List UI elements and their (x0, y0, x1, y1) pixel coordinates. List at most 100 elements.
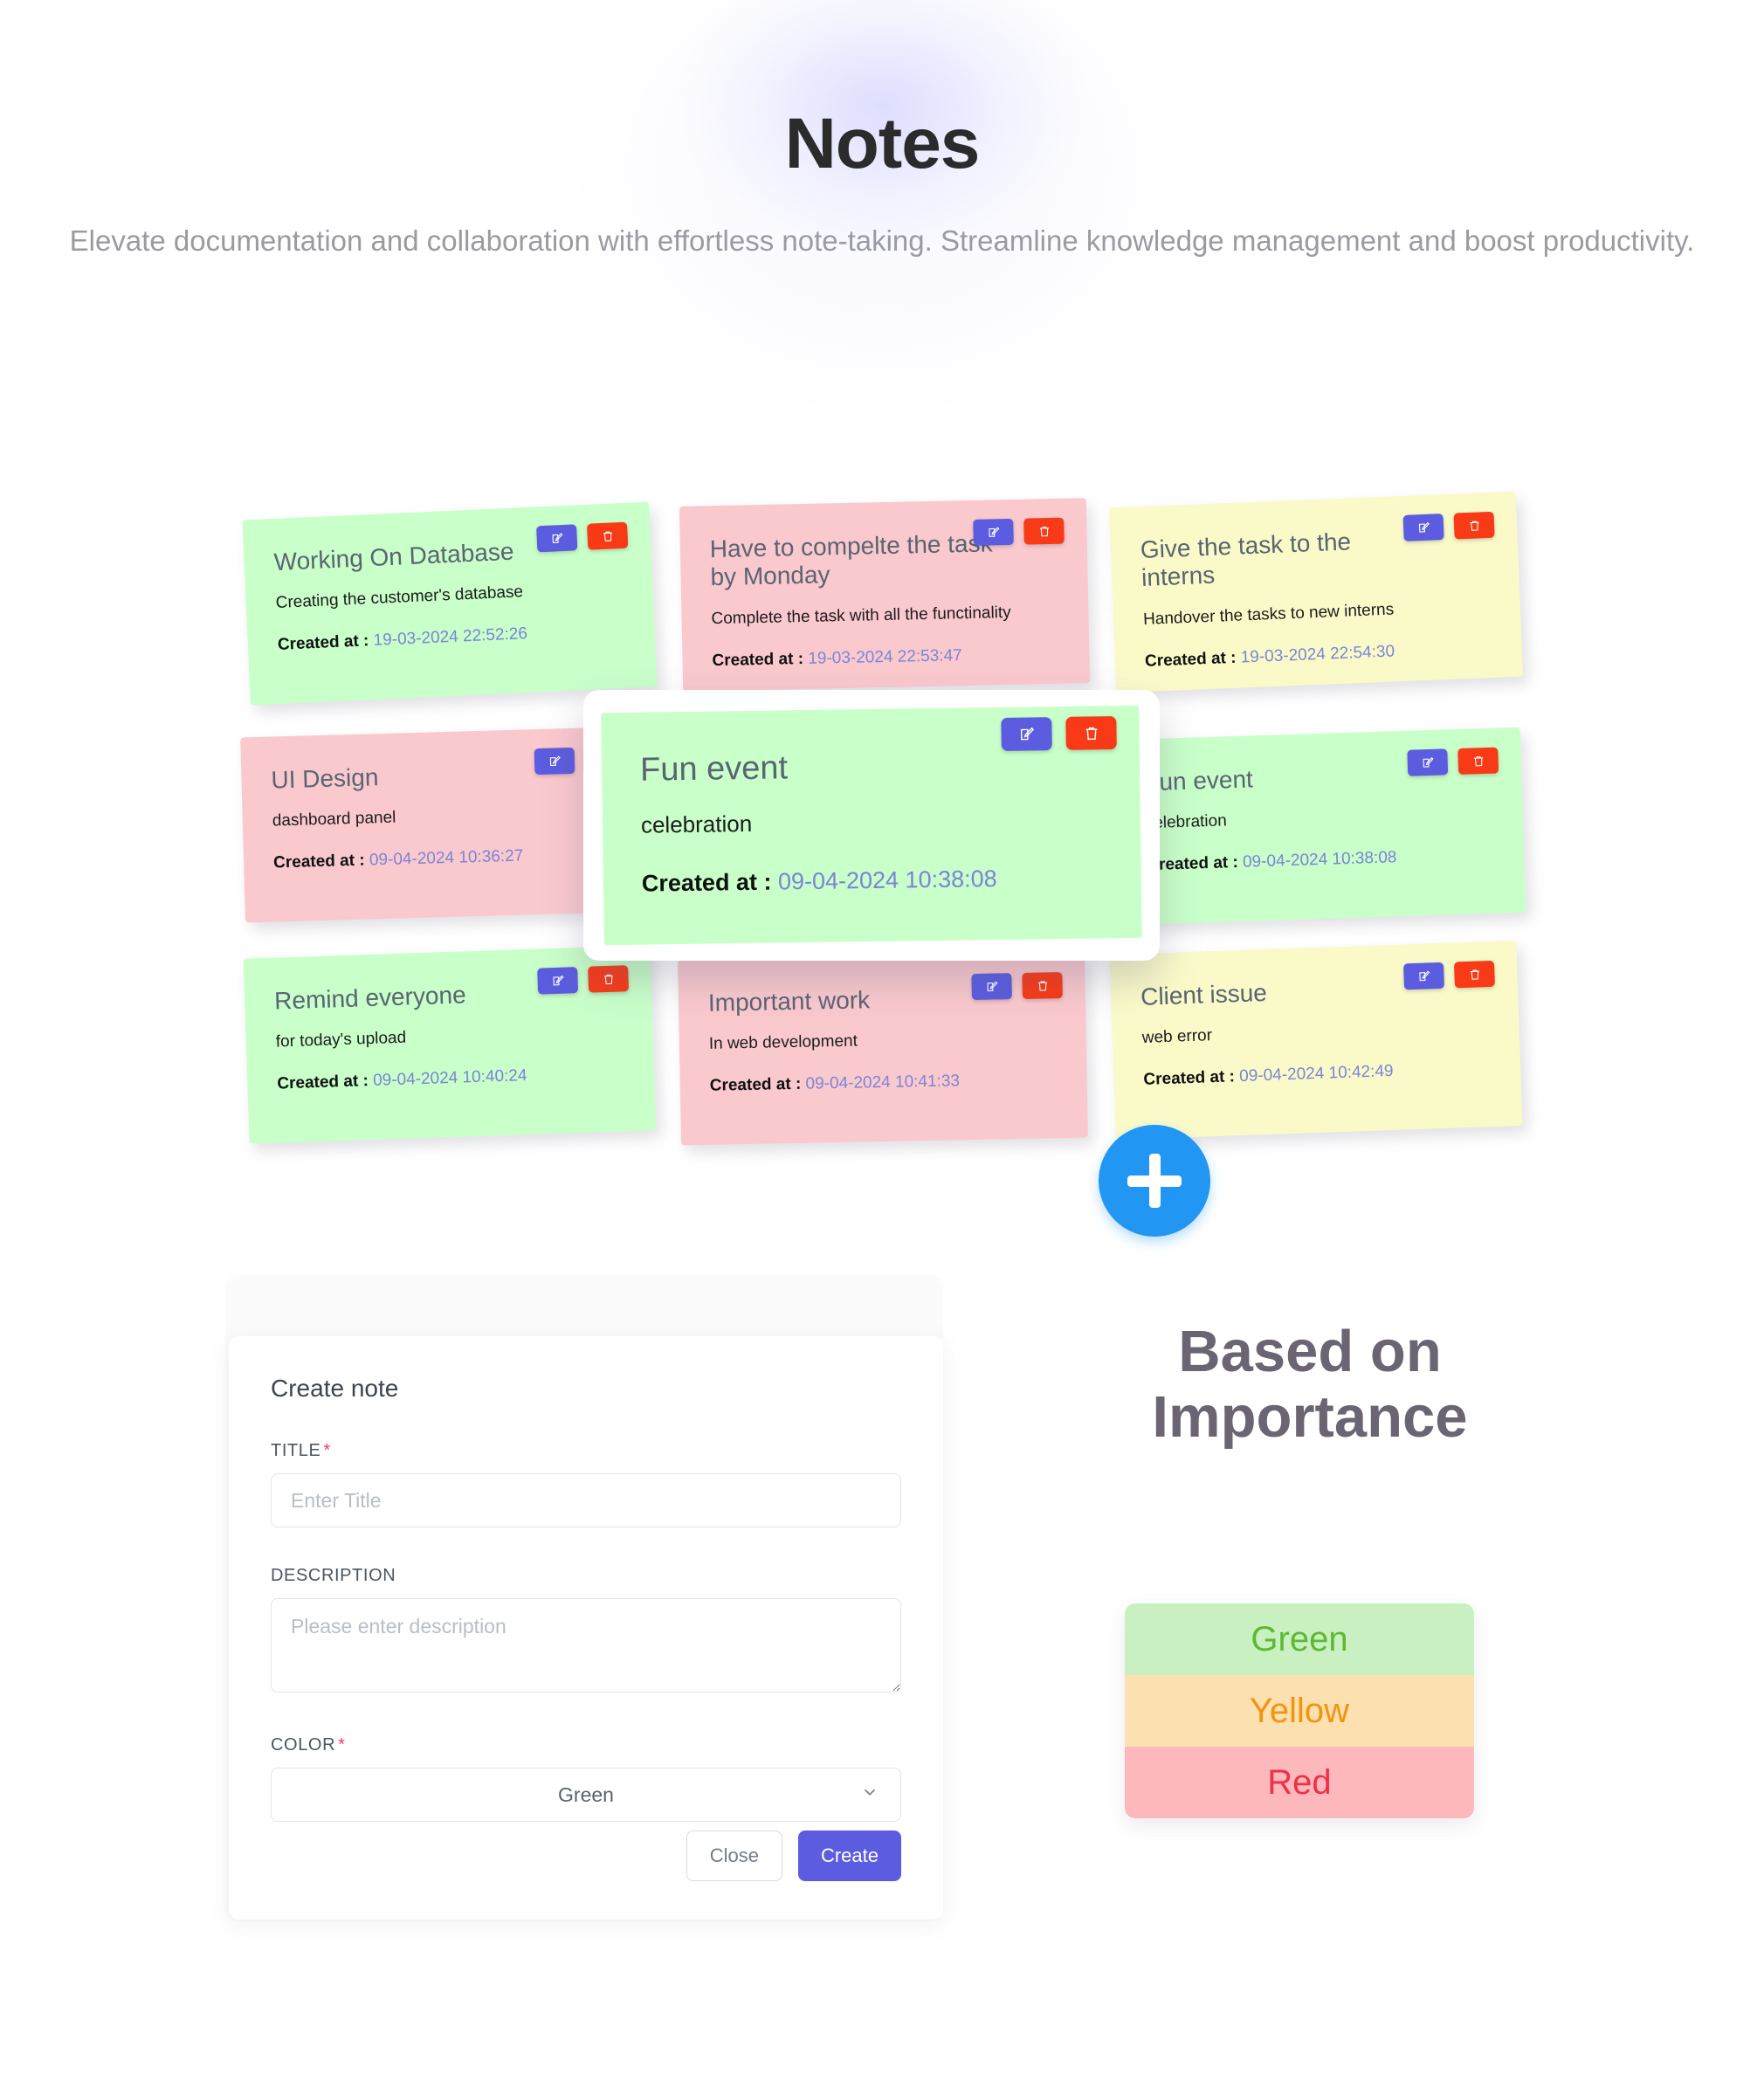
edit-icon-button[interactable] (537, 967, 579, 995)
note-title: UI Design (271, 763, 379, 794)
note-card[interactable]: Have to compelte the task by Monday Comp… (679, 498, 1091, 692)
created-at-value: 09-04-2024 10:38:08 (777, 865, 997, 895)
edit-icon-button[interactable] (1402, 514, 1444, 541)
color-select[interactable]: Green (271, 1768, 901, 1822)
note-title: Fun event (1143, 765, 1254, 796)
note-created-at: Created at : 09-04-2024 10:38:08 (642, 864, 1103, 897)
color-select-value: Green (558, 1782, 614, 1806)
note-title: Have to compelte the task by Monday (709, 529, 993, 591)
chevron-down-icon (860, 1782, 879, 1807)
edit-icon-button[interactable] (536, 524, 578, 553)
note-created-at: Created at : 09-04-2024 10:38:08 (1147, 845, 1494, 875)
required-asterisk: * (338, 1735, 346, 1755)
delete-icon-button[interactable] (588, 965, 630, 993)
note-title: Remind everyone (273, 981, 467, 1015)
color-label-text: COLOR (271, 1735, 336, 1755)
trash-icon (1085, 727, 1097, 740)
add-note-fab[interactable] (1099, 1125, 1210, 1237)
page-root: Notes Elevate documentation and collabor… (0, 0, 1764, 2096)
delete-icon-button[interactable] (1457, 747, 1499, 775)
created-at-label: Created at : (712, 649, 804, 671)
edit-icon (1418, 970, 1430, 981)
importance-heading: Based on Importance (1152, 1319, 1468, 1451)
created-at-value: 19-03-2024 22:54:30 (1240, 642, 1395, 667)
delete-icon-button[interactable] (587, 521, 629, 550)
edit-icon-button[interactable] (1001, 717, 1052, 751)
note-title: Fun event (639, 749, 789, 789)
trash-icon (603, 531, 612, 541)
note-actions (1402, 511, 1495, 541)
close-button[interactable]: Close (686, 1831, 782, 1881)
trash-icon (603, 974, 613, 984)
note-description: Creating the customer's database (275, 583, 524, 613)
note-card[interactable]: Give the task to the interns Handover th… (1108, 491, 1524, 693)
form-heading: Create note (271, 1375, 399, 1402)
trash-icon (1470, 969, 1479, 980)
description-input[interactable] (271, 1598, 901, 1693)
importance-legend: Green Yellow Red (1125, 1603, 1474, 1818)
note-created-at: Created at : 09-04-2024 10:41:33 (710, 1071, 1058, 1097)
note-description: for today's upload (275, 1029, 407, 1052)
note-description: Handover the tasks to new interns (1142, 600, 1395, 629)
edit-icon-button[interactable] (1407, 748, 1449, 776)
trash-icon (1473, 755, 1483, 766)
create-button[interactable]: Create (797, 1831, 901, 1881)
note-actions (1403, 960, 1495, 990)
created-at-value: 19-03-2024 22:52:26 (373, 624, 528, 651)
note-description: Complete the task with all the functinal… (711, 603, 1011, 629)
note-actions (973, 517, 1065, 546)
delete-icon-button[interactable] (1065, 716, 1117, 750)
color-field-label: COLOR * (271, 1735, 901, 1755)
edit-icon (552, 975, 563, 985)
note-actions (971, 972, 1063, 1001)
edit-icon-button[interactable] (973, 518, 1014, 546)
note-title: Give the task to the interns (1140, 527, 1352, 592)
note-card[interactable]: Working On Database Creating the custome… (242, 501, 658, 706)
note-created-at: Created at : 19-03-2024 22:52:26 (277, 620, 625, 655)
edit-icon (988, 526, 999, 537)
edit-icon (549, 755, 561, 766)
note-title: Client issue (1140, 978, 1268, 1010)
legend-row-yellow: Yellow (1125, 1675, 1474, 1747)
created-at-label: Created at : (1144, 648, 1237, 671)
title-label-text: TITLE (271, 1441, 321, 1460)
note-card[interactable]: Client issue web error Created at : 09-0… (1109, 940, 1523, 1141)
delete-icon-button[interactable] (1023, 517, 1065, 545)
title-input[interactable] (271, 1473, 901, 1527)
delete-icon-button[interactable] (1453, 960, 1495, 989)
trash-icon (1469, 521, 1478, 531)
delete-icon-button[interactable] (1022, 972, 1063, 999)
note-actions (537, 965, 630, 995)
delete-icon-button[interactable] (1453, 511, 1495, 540)
note-description: In web development (708, 1032, 858, 1054)
description-field-label: DESCRIPTION (271, 1566, 901, 1586)
note-card-highlighted[interactable]: Fun event celebration Created at : 09-04… (601, 705, 1142, 946)
note-card[interactable]: Fun event celebration Created at : 09-04… (1113, 727, 1526, 926)
note-created-at: Created at : 09-04-2024 10:42:49 (1143, 1059, 1492, 1091)
edit-icon-button[interactable] (1403, 962, 1445, 990)
created-at-label: Created at : (277, 1072, 369, 1094)
note-description: celebration (1145, 811, 1228, 833)
title-field-label: TITLE * (271, 1441, 901, 1461)
created-at-value: 09-04-2024 10:38:08 (1242, 848, 1397, 872)
note-created-at: Created at : 19-03-2024 22:54:30 (1145, 638, 1493, 672)
note-created-at: Created at : 19-03-2024 22:53:47 (712, 645, 1059, 671)
created-at-value: 09-04-2024 10:41:33 (805, 1072, 961, 1094)
edit-icon-button[interactable] (971, 973, 1012, 1001)
created-at-label: Created at : (1143, 1067, 1236, 1090)
note-title: Important work (707, 986, 871, 1017)
note-description: web error (1141, 1026, 1213, 1048)
hero-section: Notes Elevate documentation and collabor… (0, 0, 1764, 259)
trash-icon (1039, 526, 1049, 536)
note-detail-modal[interactable]: Fun event celebration Created at : 09-04… (583, 690, 1160, 961)
created-at-label: Created at : (272, 852, 365, 873)
notes-board: Working On Database Creating the custome… (0, 489, 1764, 1237)
note-card[interactable]: Remind everyone for today's upload Creat… (243, 945, 657, 1144)
created-at-value: 09-04-2024 10:42:49 (1238, 1062, 1394, 1086)
note-description: celebration (640, 810, 753, 838)
note-card[interactable]: Important work In web development Create… (678, 952, 1088, 1146)
edit-icon-button[interactable] (534, 747, 575, 776)
legend-row-green: Green (1125, 1603, 1474, 1675)
legend-row-red: Red (1125, 1747, 1474, 1818)
edit-icon (1020, 727, 1034, 740)
